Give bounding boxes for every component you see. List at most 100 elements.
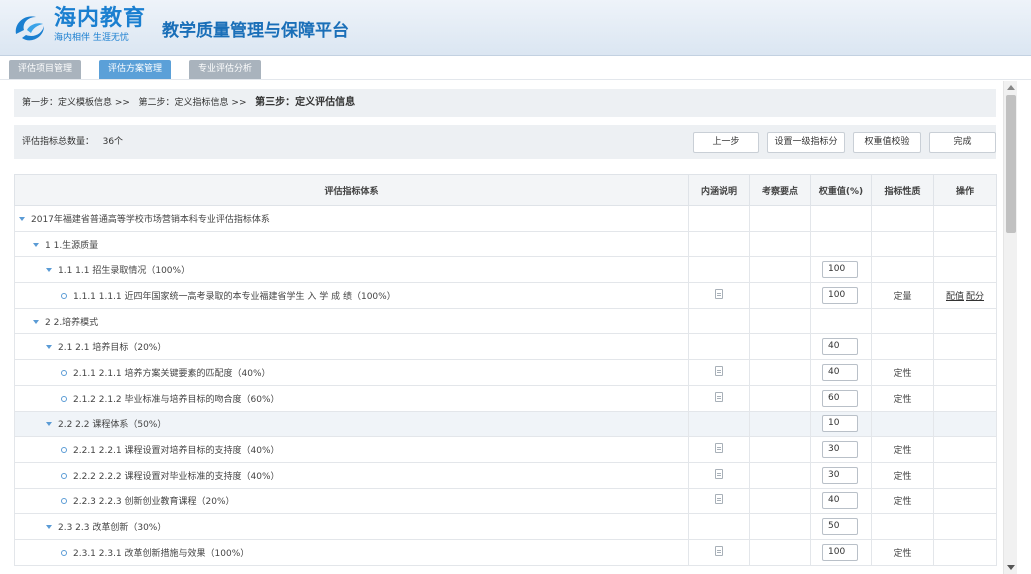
description-cell	[688, 538, 750, 566]
weight-input[interactable]: 30	[822, 466, 858, 484]
expand-arrow-icon[interactable]	[46, 345, 52, 350]
indicator-name: 2.3.1 2.3.1 改革创新措施与效果（100%）	[73, 548, 250, 559]
col-header-actions: 操作	[933, 174, 997, 206]
indicator-name-cell[interactable]: 2.1.1 2.1.1 培养方案关键要素的匹配度（40%）	[14, 359, 689, 386]
nature-value: 定性	[893, 368, 912, 379]
indicator-name: 2.2.2 2.2.2 课程设置对毕业标准的支持度（40%）	[73, 471, 280, 482]
indicator-name-cell[interactable]: 1.1.1 1.1.1 近四年国家统一高考录取的本专业福建省学生 入 学 成 绩…	[14, 282, 689, 309]
config-value-link[interactable]: 配值	[946, 292, 964, 302]
leaf-node-icon	[61, 549, 67, 556]
tab-evaluation-plans[interactable]: 评估方案管理	[99, 60, 172, 79]
key-points-cell	[749, 384, 811, 412]
table-row: 2.1 2.1 培养目标（20%） 40	[14, 333, 997, 361]
weight-input[interactable]: 40	[822, 492, 858, 510]
col-header-nature: 指标性质	[871, 174, 934, 206]
actions-cell	[933, 538, 997, 566]
indicator-name-cell[interactable]: 2.1.2 2.1.2 毕业标准与培养目标的吻合度（60%）	[14, 384, 689, 412]
weight-cell	[810, 307, 872, 335]
weight-input[interactable]: 60	[822, 389, 858, 407]
tab-major-analysis[interactable]: 专业评估分析	[189, 60, 262, 79]
weight-cell: 40	[810, 359, 872, 386]
weight-check-button[interactable]: 权重值校验	[853, 132, 921, 153]
indicator-name: 2.1.2 2.1.2 毕业标准与培养目标的吻合度（60%）	[73, 394, 280, 405]
tab-bar: 评估项目管理 评估方案管理 专业评估分析	[0, 58, 1031, 80]
brand: 海内教育 海内相伴 生涯无忧	[54, 6, 146, 44]
document-icon[interactable]	[715, 545, 723, 556]
nature-value: 定性	[893, 446, 912, 457]
leaf-node-icon	[61, 498, 67, 505]
table-row: 2.3.1 2.3.1 改革创新措施与效果（100%） 100 定性	[14, 538, 997, 566]
step-2: 第二步：定义指标信息 >>	[138, 98, 247, 108]
nature-cell	[871, 410, 934, 438]
expand-arrow-icon[interactable]	[46, 525, 52, 530]
indicator-name: 2.1.1 2.1.1 培养方案关键要素的匹配度（40%）	[73, 368, 271, 379]
actions-cell	[933, 461, 997, 489]
weight-input[interactable]: 100	[822, 261, 858, 279]
document-icon[interactable]	[715, 288, 723, 299]
expand-arrow-icon[interactable]	[19, 216, 25, 221]
set-level1-score-button[interactable]: 设置一级指标分	[767, 132, 845, 153]
scroll-thumb[interactable]	[1006, 95, 1016, 233]
weight-input[interactable]: 30	[822, 441, 858, 459]
weight-input[interactable]: 100	[822, 543, 858, 561]
key-points-cell	[749, 205, 811, 232]
expand-arrow-icon[interactable]	[46, 422, 52, 427]
indicator-name-cell[interactable]: 2.2.3 2.2.3 创新创业教育课程（20%）	[14, 487, 689, 515]
document-icon[interactable]	[715, 391, 723, 402]
indicator-name-cell[interactable]: 2017年福建省普通高等学校市场营销本科专业评估指标体系	[14, 205, 689, 232]
expand-arrow-icon[interactable]	[33, 319, 39, 324]
indicator-name-cell[interactable]: 2.3.1 2.3.1 改革创新措施与效果（100%）	[14, 538, 689, 566]
brand-name: 海内教育	[54, 6, 147, 31]
indicator-name: 2.3 2.3 改革创新（30%）	[58, 523, 167, 534]
key-points-cell	[749, 307, 811, 335]
actions-cell	[933, 436, 997, 463]
nature-cell	[871, 307, 934, 335]
col-header-weight: 权重值(%)	[810, 174, 872, 206]
document-icon[interactable]	[715, 468, 723, 479]
finish-button[interactable]: 完成	[929, 132, 996, 153]
weight-cell: 50	[810, 513, 872, 540]
vertical-scrollbar[interactable]	[1003, 81, 1017, 574]
indicator-name: 2017年福建省普通高等学校市场营销本科专业评估指标体系	[31, 214, 270, 225]
prev-step-button[interactable]: 上一步	[693, 132, 759, 153]
document-icon[interactable]	[715, 365, 723, 376]
description-cell	[688, 230, 750, 258]
indicator-name-cell[interactable]: 2.2.1 2.2.1 课程设置对培养目标的支持度（40%）	[14, 436, 689, 463]
weight-input[interactable]: 50	[822, 518, 858, 536]
expand-arrow-icon[interactable]	[33, 242, 39, 247]
tab-evaluation-projects[interactable]: 评估项目管理	[9, 60, 82, 79]
main-content: 第一步：定义模板信息 >> 第二步：定义指标信息 >> 第三步：定义评估信息 评…	[0, 81, 1003, 574]
weight-input[interactable]: 100	[822, 286, 858, 304]
actions-cell	[933, 384, 997, 412]
platform-title: 教学质量管理与保障平台	[162, 21, 349, 41]
indicator-name-cell[interactable]: 1 1.生源质量	[14, 230, 689, 258]
table-row: 2.3 2.3 改革创新（30%） 50	[14, 513, 997, 540]
indicator-name-cell[interactable]: 2.2 2.2 课程体系（50%）	[14, 410, 689, 438]
weight-input[interactable]: 40	[822, 338, 858, 356]
weight-cell: 30	[810, 436, 872, 463]
indicator-name-cell[interactable]: 2 2.培养模式	[14, 307, 689, 335]
key-points-cell	[749, 282, 811, 309]
indicator-name-cell[interactable]: 2.1 2.1 培养目标（20%）	[14, 333, 689, 361]
key-points-cell	[749, 359, 811, 386]
scroll-up-icon[interactable]	[1007, 85, 1015, 90]
expand-arrow-icon[interactable]	[46, 268, 52, 273]
weight-input[interactable]: 40	[822, 363, 858, 381]
config-score-link[interactable]: 配分	[966, 292, 984, 302]
description-cell	[688, 436, 750, 463]
document-icon[interactable]	[715, 443, 723, 454]
table-row: 2.2.1 2.2.1 课程设置对培养目标的支持度（40%） 30 定性	[14, 436, 997, 463]
scroll-down-icon[interactable]	[1007, 565, 1015, 570]
step-breadcrumb: 第一步：定义模板信息 >> 第二步：定义指标信息 >> 第三步：定义评估信息	[14, 89, 996, 117]
indicator-name-cell[interactable]: 1.1 1.1 招生录取情况（100%）	[14, 256, 689, 284]
leaf-node-icon	[61, 292, 67, 299]
leaf-node-icon	[61, 369, 67, 376]
weight-input[interactable]: 10	[822, 415, 858, 433]
indicator-name-cell[interactable]: 2.2.2 2.2.2 课程设置对毕业标准的支持度（40%）	[14, 461, 689, 489]
key-points-cell	[749, 410, 811, 438]
indicator-name-cell[interactable]: 2.3 2.3 改革创新（30%）	[14, 513, 689, 540]
key-points-cell	[749, 487, 811, 515]
document-icon[interactable]	[715, 494, 723, 505]
leaf-node-icon	[61, 395, 67, 402]
indicator-count-value: 36个	[102, 137, 124, 147]
